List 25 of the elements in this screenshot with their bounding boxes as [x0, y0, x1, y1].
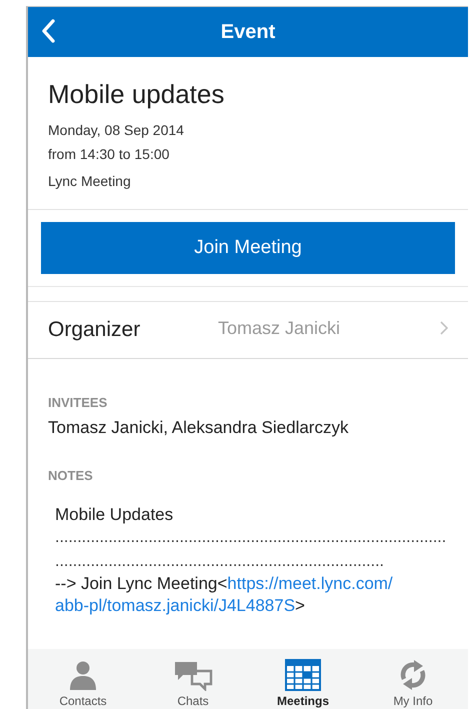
back-icon[interactable]	[41, 19, 55, 43]
tab[interactable]: Chats	[138, 649, 248, 709]
event-time: from 14:30 to 15:00	[48, 145, 170, 164]
tab[interactable]: Contacts	[28, 649, 138, 709]
invitees-text: Tomasz Janicki, Aleksandra Siedlarczyk	[48, 418, 350, 438]
section-heading: INVITEES	[48, 395, 108, 410]
calendar-icon	[285, 659, 321, 691]
chevron-icon	[440, 321, 448, 335]
join-meeting-text[interactable]: --> Join Lync Meeting<https://meet.lync.com/abb-pl/tomasz.janicki/J4L4887S>	[55, 573, 448, 617]
join-meeting-button[interactable]: Join Meeting	[41, 222, 455, 274]
event-type: Lync Meeting	[48, 172, 132, 191]
dotted-separator: ..........................................................................	[55, 552, 384, 572]
chat-icon	[173, 659, 213, 691]
organizer-name: Tomasz Janicki	[218, 318, 342, 338]
tab[interactable]: Meetings	[248, 649, 358, 709]
event-title: Mobile updates	[48, 79, 226, 110]
organizer-label: Organizer	[48, 318, 142, 342]
dotted-separator: ........................................................................................	[55, 528, 446, 548]
notes-title: Mobile Updates	[55, 505, 174, 525]
event-date: Monday, 08 Sep 2014	[48, 121, 185, 140]
person-icon	[67, 659, 99, 691]
organizer-row[interactable]: Organizer Tomasz Janicki	[28, 302, 468, 359]
tab[interactable]: My Info	[358, 649, 468, 709]
screen-title: Event	[220, 20, 276, 44]
section-heading: NOTES	[48, 468, 94, 483]
